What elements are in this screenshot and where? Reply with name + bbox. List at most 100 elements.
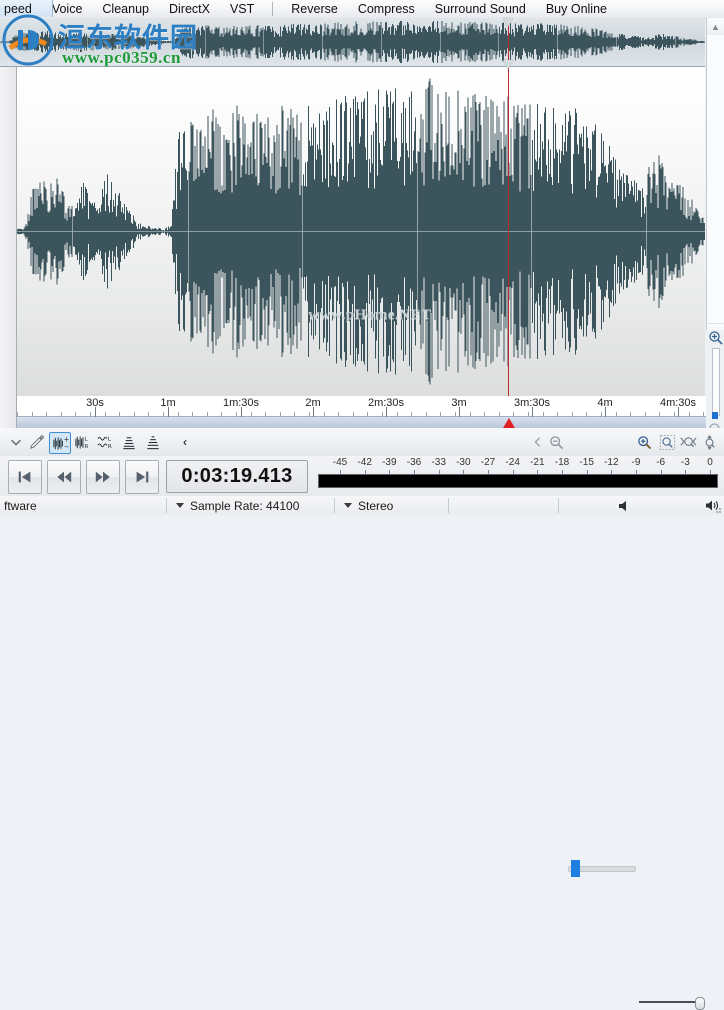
ruler-minor-tick <box>163 412 164 417</box>
horizontal-zoom-slider-thumb[interactable] <box>571 860 580 877</box>
audio-editor-window: peed Voice Cleanup DirectX VST Reverse C… <box>0 0 724 1010</box>
channels-label: Stereo <box>358 498 394 513</box>
skip-to-end-button[interactable] <box>125 460 159 494</box>
waveform-left-gutter <box>0 67 17 396</box>
ruler-minor-tick <box>411 412 412 417</box>
rewind-button[interactable] <box>47 460 81 494</box>
ruler-minor-tick <box>236 412 237 417</box>
ruler-time-label: 1m <box>160 397 176 409</box>
fast-forward-button[interactable] <box>86 460 120 494</box>
resize-grip-icon[interactable] <box>712 504 722 514</box>
menu-item-directx[interactable]: DirectX <box>159 1 220 18</box>
ruler-minor-tick <box>528 412 529 417</box>
status-left-text: ftware <box>4 498 37 513</box>
ruler-minor-tick <box>426 412 427 417</box>
ruler-minor-tick <box>90 412 91 417</box>
playhead-top-handle[interactable] <box>503 18 514 27</box>
ruler-minor-tick <box>309 412 310 417</box>
ruler-minor-tick <box>455 412 456 417</box>
status-sample-rate[interactable]: Sample Rate: 44100 <box>176 496 299 515</box>
channels-caret-icon <box>344 503 352 508</box>
meter-db-label: -45 <box>332 457 348 468</box>
ruler-minor-tick <box>61 412 62 417</box>
volume-slider-track[interactable] <box>639 1001 701 1003</box>
ruler-minor-tick <box>105 412 106 417</box>
time-display[interactable]: 0:03:19.413 <box>166 460 308 493</box>
ruler-minor-tick <box>294 412 295 417</box>
status-channels[interactable]: Stereo <box>344 496 393 515</box>
zoom-out-icon[interactable] <box>546 432 566 452</box>
tool-overflow-button[interactable]: ‹ <box>175 432 195 452</box>
speaker-mute-icon[interactable] <box>618 500 631 512</box>
meter-db-label: -30 <box>456 457 471 468</box>
meter-db-label: 0 <box>707 457 713 468</box>
vertical-zoom-thumb[interactable] <box>712 412 718 419</box>
select-right-channel-tool-icon[interactable]: L R <box>72 432 92 452</box>
ruler-minor-tick <box>586 412 587 417</box>
zoom-in-icon[interactable] <box>634 432 654 452</box>
playhead-handle[interactable] <box>503 60 514 69</box>
meter-db-label: -18 <box>554 457 570 468</box>
meter-db-label: -6 <box>656 457 666 468</box>
ruler-minor-tick <box>134 412 135 417</box>
vertical-zoom-track[interactable] <box>712 348 720 416</box>
ruler-minor-tick <box>484 412 485 417</box>
select-left-channel-tool-icon[interactable]: L R <box>95 432 115 452</box>
status-divider-1 <box>166 498 167 513</box>
main-waveform-pane[interactable]: www.pHome.NET <box>0 67 705 397</box>
svg-text:−: − <box>63 443 68 451</box>
timeline-ruler[interactable]: 30s 1m 1m:30s 2m 2m:30s 3m 3m:30s 4m 4m:30s <box>0 396 706 429</box>
menu-item-vst[interactable]: VST <box>220 1 264 18</box>
menu-item-cleanup[interactable]: Cleanup <box>92 1 159 18</box>
ruler-minor-tick <box>192 412 193 417</box>
meter-db-label: -21 <box>530 457 545 468</box>
playhead-marker-triangle[interactable] <box>503 418 515 428</box>
fade-in-tool-icon[interactable] <box>119 432 139 452</box>
ruler-minor-tick <box>251 412 252 417</box>
meter-db-label: -27 <box>480 457 496 468</box>
fade-out-tool-icon[interactable] <box>143 432 163 452</box>
menu-separator <box>272 2 274 16</box>
ruler-time-label: 3m:30s <box>513 397 551 409</box>
menu-item-surround-sound[interactable]: Surround Sound <box>425 1 536 18</box>
effects-menu-bar: peed Voice Cleanup DirectX VST Reverse C… <box>0 0 724 19</box>
ruler-minor-tick <box>353 412 354 417</box>
volume-slider-thumb[interactable] <box>695 997 705 1010</box>
ruler-minor-tick <box>207 412 208 417</box>
tool-strip: + − L R L R ‹ <box>0 428 724 877</box>
menu-item-compress[interactable]: Compress <box>348 1 425 18</box>
vertical-scroll-track[interactable] <box>707 35 724 323</box>
select-both-channels-tool-icon[interactable]: + − <box>49 432 71 454</box>
zoom-in-vertical-icon[interactable] <box>708 330 723 345</box>
scroll-up-icon[interactable]: ▲ <box>707 18 724 36</box>
ruler-minor-tick <box>557 412 558 417</box>
ruler-minor-tick <box>470 412 471 417</box>
ruler-minor-tick <box>265 412 266 417</box>
menu-item-buy-online[interactable]: Buy Online <box>536 1 617 18</box>
menu-item-reverse[interactable]: Reverse <box>281 1 348 18</box>
vertical-zoom-control[interactable] <box>706 330 724 440</box>
status-divider-2 <box>334 498 335 513</box>
ruler-minor-tick <box>367 412 368 417</box>
overview-waveform-strip[interactable] <box>0 18 705 67</box>
ruler-time-label: 4m <box>597 397 613 409</box>
meter-db-label: -12 <box>604 457 619 468</box>
menu-item-speed[interactable]: peed <box>0 1 42 18</box>
sample-rate-label: Sample Rate: 44100 <box>190 498 300 513</box>
ruler-time-label: 4m:30s <box>659 397 697 409</box>
zoom-to-selection-icon[interactable] <box>657 432 677 452</box>
pencil-tool-icon[interactable] <box>26 432 46 452</box>
toolbar-collapse-chevron-down-icon[interactable] <box>6 432 26 452</box>
vertical-zoom-fit-icon[interactable] <box>699 432 719 452</box>
ruler-minor-tick <box>32 412 33 417</box>
svg-text:L: L <box>84 436 88 442</box>
meter-db-label: -39 <box>382 457 397 468</box>
tool-scroll-left-icon[interactable] <box>528 432 548 452</box>
meter-db-label: -42 <box>357 457 372 468</box>
ruler-minor-tick <box>572 412 573 417</box>
ruler-minor-tick <box>616 412 617 417</box>
zoom-to-fit-icon[interactable] <box>678 432 698 452</box>
overview-waveform-canvas[interactable] <box>0 18 705 66</box>
skip-to-start-button[interactable] <box>8 460 42 494</box>
ruler-left-gutter <box>0 396 17 428</box>
